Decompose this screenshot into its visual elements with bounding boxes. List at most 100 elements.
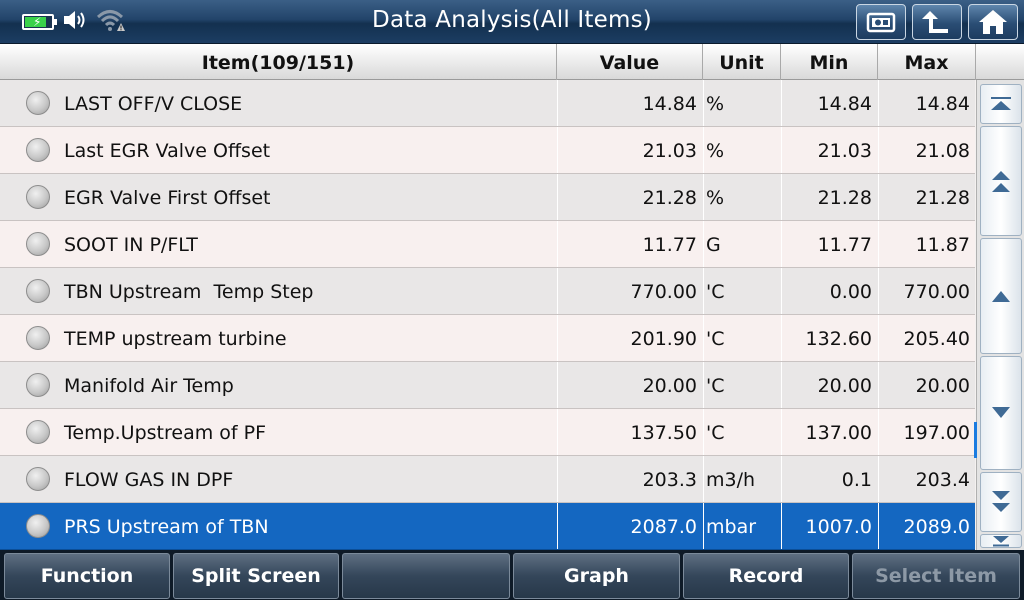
row-item-name: FLOW GAS IN DPF <box>64 469 234 491</box>
line-up-icon <box>992 291 1010 302</box>
column-divider <box>781 409 782 455</box>
table-row[interactable]: TEMP upstream turbine 201.90 'C 132.60 205.4… <box>0 315 975 362</box>
column-divider <box>781 127 782 173</box>
row-max: 21.08 <box>915 140 970 162</box>
split-screen-button[interactable]: Split Screen <box>173 553 339 599</box>
row-max: 11.87 <box>915 234 970 256</box>
row-item-name: Temp.Upstream of PF <box>64 422 267 444</box>
row-radio-icon[interactable] <box>26 279 50 303</box>
row-radio-icon[interactable] <box>26 138 50 162</box>
column-divider <box>878 503 879 549</box>
table-row[interactable]: Last EGR Valve Offset 21.03% 21.03 21.08 <box>0 127 975 174</box>
column-divider <box>781 268 782 314</box>
row-value: 137.50 <box>630 422 697 444</box>
row-unit: 'C <box>706 281 725 303</box>
row-unit: G <box>706 234 721 256</box>
row-item-name: Last EGR Valve Offset <box>64 140 271 162</box>
row-radio-icon[interactable] <box>26 232 50 256</box>
table-row[interactable]: EGR Valve First Offset 21.28% 21.28 21.28 <box>0 174 975 221</box>
table-row[interactable]: PRS Upstream of TBN 2087.0 mbar 1007.0 2089.… <box>0 503 975 550</box>
column-divider <box>557 362 558 408</box>
column-divider <box>878 221 879 267</box>
row-radio-icon[interactable] <box>26 420 50 444</box>
column-divider <box>878 268 879 314</box>
row-item-name: LAST OFF/V CLOSE <box>64 93 243 115</box>
table-row[interactable]: LAST OFF/V CLOSE 14.84% 14.84 14.84 <box>0 80 975 127</box>
row-item-name: SOOT IN P/FLT <box>64 234 198 256</box>
column-divider <box>781 362 782 408</box>
home-button[interactable] <box>968 4 1018 40</box>
row-radio-icon[interactable] <box>26 185 50 209</box>
column-divider <box>781 174 782 220</box>
column-divider <box>878 127 879 173</box>
row-min: 0.00 <box>829 281 872 303</box>
page-up-button[interactable] <box>980 126 1022 236</box>
line-down-button[interactable] <box>980 356 1022 470</box>
home-icon <box>979 10 1007 34</box>
row-value: 20.00 <box>642 375 697 397</box>
column-divider <box>703 315 704 361</box>
column-divider <box>703 409 704 455</box>
select-item-button[interactable]: Select Item <box>852 553 1020 599</box>
screenshot-button[interactable] <box>856 4 906 40</box>
row-value: 11.77 <box>642 234 697 256</box>
bottom-toolbar: Function Split Screen Graph Record Selec… <box>0 550 1024 600</box>
table-row[interactable]: FLOW GAS IN DPF 203.3 m3/h 0.1 203.4 <box>0 456 975 503</box>
page-down-button[interactable] <box>980 472 1022 532</box>
function-button[interactable]: Function <box>4 553 170 599</box>
data-table: Item(109/151) Value Unit Min Max LAST OF… <box>0 44 1024 550</box>
row-radio-icon[interactable] <box>26 91 50 115</box>
scroll-top-icon <box>991 97 1011 110</box>
row-item-name: Manifold Air Temp <box>64 375 234 397</box>
row-value: 203.3 <box>642 469 697 491</box>
column-divider <box>557 456 558 502</box>
column-divider <box>703 221 704 267</box>
column-divider <box>703 362 704 408</box>
back-up-button[interactable] <box>912 4 962 40</box>
row-max: 2089.0 <box>903 516 970 538</box>
row-max: 14.84 <box>915 93 970 115</box>
row-value: 2087.0 <box>630 516 697 538</box>
row-min: 21.03 <box>817 140 872 162</box>
row-unit: % <box>706 93 725 115</box>
page-down-icon <box>992 491 1010 512</box>
column-divider <box>557 315 558 361</box>
row-unit: m3/h <box>706 469 756 491</box>
table-header: Item(109/151) Value Unit Min Max <box>0 44 1024 80</box>
row-value: 21.03 <box>642 140 697 162</box>
row-min: 137.00 <box>805 422 872 444</box>
row-min: 132.60 <box>805 328 872 350</box>
column-divider <box>557 127 558 173</box>
header-item: Item(109/151) <box>0 44 557 80</box>
column-divider <box>703 456 704 502</box>
row-radio-icon[interactable] <box>26 514 50 538</box>
record-button[interactable]: Record <box>683 553 849 599</box>
table-row[interactable]: SOOT IN P/FLT 11.77 G 11.77 11.87 <box>0 221 975 268</box>
scroll-top-button[interactable] <box>980 84 1022 124</box>
row-radio-icon[interactable] <box>26 373 50 397</box>
row-item-name: EGR Valve First Offset <box>64 187 271 209</box>
row-value: 21.28 <box>642 187 697 209</box>
row-max: 203.4 <box>915 469 970 491</box>
line-up-button[interactable] <box>980 238 1022 354</box>
column-divider <box>703 80 704 126</box>
page-up-icon <box>992 171 1010 192</box>
column-divider <box>557 268 558 314</box>
table-row[interactable]: Temp.Upstream of PF 137.50 'C 137.00 197.00 <box>0 409 975 456</box>
row-min: 0.1 <box>841 469 872 491</box>
table-row[interactable]: Manifold Air Temp 20.00 'C 20.00 20.00 <box>0 362 975 409</box>
row-item-name: PRS Upstream of TBN <box>64 516 269 538</box>
row-max: 205.40 <box>903 328 970 350</box>
table-row[interactable]: TBN Upstream Temp Step 770.00 'C 0.00 770.00 <box>0 268 975 315</box>
scroll-thumb[interactable] <box>974 422 977 458</box>
row-radio-icon[interactable] <box>26 467 50 491</box>
column-divider <box>703 127 704 173</box>
graph-button[interactable]: Graph <box>513 553 680 599</box>
scroll-bottom-button[interactable] <box>980 534 1022 548</box>
column-divider <box>878 409 879 455</box>
row-max: 770.00 <box>903 281 970 303</box>
column-divider <box>781 221 782 267</box>
row-max: 20.00 <box>915 375 970 397</box>
row-radio-icon[interactable] <box>26 326 50 350</box>
column-divider <box>781 456 782 502</box>
